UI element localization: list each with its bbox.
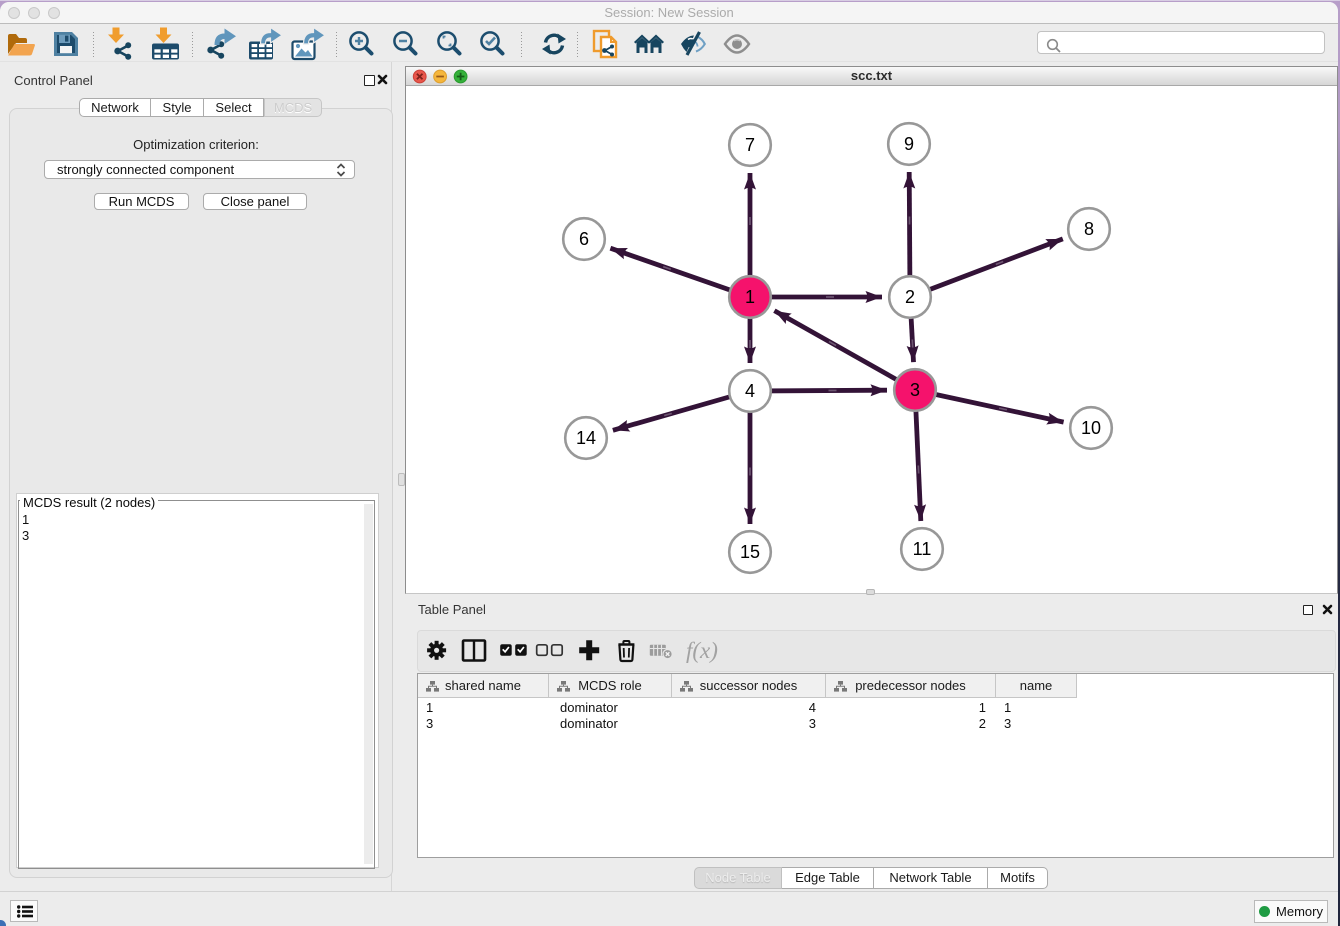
- svg-text:7: 7: [745, 135, 755, 155]
- svg-text:4: 4: [745, 381, 755, 401]
- svg-text:3: 3: [910, 380, 920, 400]
- svg-text:8: 8: [1084, 219, 1094, 239]
- svg-text:9: 9: [904, 134, 914, 154]
- svg-text:2: 2: [905, 287, 915, 307]
- svg-text:11: 11: [913, 539, 932, 559]
- svg-text:10: 10: [1081, 418, 1101, 438]
- svg-text:15: 15: [740, 542, 760, 562]
- svg-text:6: 6: [579, 229, 589, 249]
- svg-text:14: 14: [576, 428, 596, 448]
- svg-text:1: 1: [745, 287, 755, 307]
- svg-text:f(x): f(x): [686, 638, 718, 663]
